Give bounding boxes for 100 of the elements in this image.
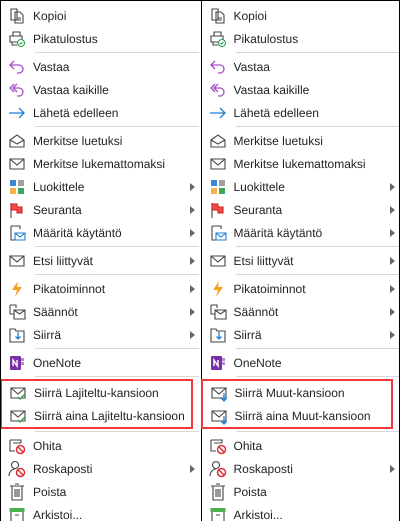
notebook-icon <box>8 354 26 372</box>
menu-item[interactable]: Pikatulostus <box>1 27 198 50</box>
menu-item[interactable]: Vastaa kaikille <box>1 78 198 101</box>
menu-item-label: Säännöt <box>234 304 280 320</box>
ignore-icon <box>8 436 26 454</box>
menu-item[interactable]: Merkitse luetuksi <box>202 129 399 152</box>
menu-item-label: Poista <box>33 484 68 500</box>
menu-item[interactable]: Määritä käytäntö <box>202 221 399 244</box>
menu-item-label: Ohita <box>33 438 63 454</box>
menu-item[interactable]: Pikatoiminnot <box>202 277 399 300</box>
menu-item-label: Pikatoiminnot <box>234 280 307 298</box>
printer-icon <box>208 30 226 48</box>
person-block-icon <box>8 460 26 478</box>
menu-item-label: Pikatulostus <box>234 30 300 48</box>
menu-item[interactable]: Siirrä aina Muut-kansioon <box>202 404 391 427</box>
printer-icon <box>8 30 26 48</box>
reply-icon <box>208 58 226 76</box>
menu-item[interactable]: Seuranta <box>202 198 399 221</box>
menu-item-label: Luokittele <box>33 178 86 196</box>
menu-item[interactable]: Poista <box>1 480 198 503</box>
menu-item[interactable]: Siirrä <box>1 323 198 346</box>
folder-arrow-icon <box>8 326 26 344</box>
menu-item-label: Kopioi <box>234 8 268 24</box>
ignore-icon <box>208 436 226 454</box>
menu-item[interactable]: Merkitse lukemattomaksi <box>1 152 198 175</box>
notebook-icon <box>208 354 226 372</box>
menu-item[interactable]: Arkistoi... <box>1 503 198 521</box>
rules-icon <box>208 302 226 320</box>
menu-item-label: Pikatulostus <box>33 30 99 48</box>
menu-item[interactable]: Poista <box>202 480 399 503</box>
menu-item-label: Siirrä Lajiteltu-kansioon <box>34 384 160 402</box>
menu-item-label: Luokittele <box>234 178 286 196</box>
menu-item[interactable]: Etsi liittyvät <box>1 249 198 272</box>
menu-item[interactable]: Merkitse lukemattomaksi <box>202 152 399 175</box>
menu-item-label: OneNote <box>234 354 283 372</box>
menu-item-label: Vastaa kaikille <box>234 82 310 98</box>
menu-item-label: Seuranta <box>234 202 284 218</box>
menu-item[interactable]: Kopioi <box>1 4 198 27</box>
menu-item[interactable]: Roskaposti <box>202 457 399 480</box>
menu-item-label: Kopioi <box>33 8 68 24</box>
menu-item-label: Määritä käytäntö <box>33 224 123 242</box>
archive-box-icon <box>208 506 226 521</box>
trash-icon <box>208 482 226 500</box>
menu-item[interactable]: Luokittele <box>1 175 198 198</box>
menu-item-label: Roskaposti <box>33 460 94 478</box>
menu-item[interactable]: OneNote <box>1 351 198 374</box>
menu-item-label: Siirrä Muut-kansioon <box>234 384 346 402</box>
menu-item[interactable]: Siirrä Lajiteltu-kansioon <box>2 381 190 404</box>
menu-item-label: Merkitse lukemattomaksi <box>234 156 367 172</box>
menu-item[interactable]: Määritä käytäntö <box>1 221 198 244</box>
menu-item[interactable]: Siirrä Muut-kansioon <box>202 381 391 404</box>
menu-item[interactable]: Pikatoiminnot <box>1 277 198 300</box>
reply-all-icon <box>8 80 26 98</box>
menu-item[interactable]: Seuranta <box>1 198 198 221</box>
category-grid-icon <box>8 178 26 196</box>
menu-item[interactable]: Roskaposti <box>1 457 198 480</box>
menu-item[interactable]: Arkistoi... <box>202 503 399 521</box>
folder-arrow-icon <box>208 326 226 344</box>
menu-item-label: Etsi liittyvät <box>33 252 94 270</box>
open-envelope-icon <box>8 132 26 150</box>
menu-item[interactable]: Merkitse luetuksi <box>1 129 198 152</box>
menu-item-label: Arkistoi... <box>234 506 284 521</box>
menu-item-label: Poista <box>234 484 268 500</box>
menu-item-label: Vastaa <box>234 58 271 76</box>
menu-item[interactable]: OneNote <box>202 351 399 374</box>
menu-item[interactable]: Etsi liittyvät <box>202 249 399 272</box>
menu-item[interactable]: Vastaa kaikille <box>202 78 399 101</box>
menu-item-label: Siirrä <box>234 326 263 344</box>
menu-item-label: Merkitse lukemattomaksi <box>33 156 166 172</box>
menu-item[interactable]: Säännöt <box>1 300 198 323</box>
menu-item[interactable]: Pikatulostus <box>202 27 399 50</box>
open-envelope-icon <box>208 132 226 150</box>
menu-item-label: Pikatoiminnot <box>33 280 106 298</box>
menu-item-label: Vastaa kaikille <box>33 82 110 98</box>
menu-item-label: Siirrä aina Lajiteltu-kansioon <box>34 408 186 424</box>
menu-item[interactable]: Ohita <box>202 434 399 457</box>
menu-item[interactable]: Siirrä <box>202 323 399 346</box>
menu-item-label: Siirrä <box>33 326 62 344</box>
flag-icon <box>208 200 226 218</box>
menu-item-label: OneNote <box>33 354 82 372</box>
menu-item[interactable]: Vastaa <box>202 55 399 78</box>
menu-item[interactable]: Vastaa <box>1 55 198 78</box>
menu-item-label: Roskaposti <box>234 460 294 478</box>
copy-icon <box>8 6 26 24</box>
menu-item[interactable]: Ohita <box>1 434 198 457</box>
menu-item-label: Ohita <box>234 438 264 454</box>
menu-item-label: Merkitse luetuksi <box>234 132 324 150</box>
menu-item-label: Vastaa <box>33 58 70 76</box>
menu-item[interactable]: Lähetä edelleen <box>202 101 399 124</box>
menu-item[interactable]: Lähetä edelleen <box>1 101 198 124</box>
menu-item-label: Siirrä aina Muut-kansioon <box>234 408 372 424</box>
menu-item[interactable]: Siirrä aina Lajiteltu-kansioon <box>2 404 190 427</box>
menu-item-label: Määritä käytäntö <box>234 224 324 242</box>
menu-item-label: Lähetä edelleen <box>234 104 320 122</box>
menu-item[interactable]: Säännöt <box>202 300 399 323</box>
menu-item[interactable]: Luokittele <box>202 175 399 198</box>
menu-item[interactable]: Kopioi <box>202 4 399 27</box>
trash-icon <box>8 482 26 500</box>
reply-all-icon <box>208 80 226 98</box>
menu-item-label: Etsi liittyvät <box>234 252 295 270</box>
